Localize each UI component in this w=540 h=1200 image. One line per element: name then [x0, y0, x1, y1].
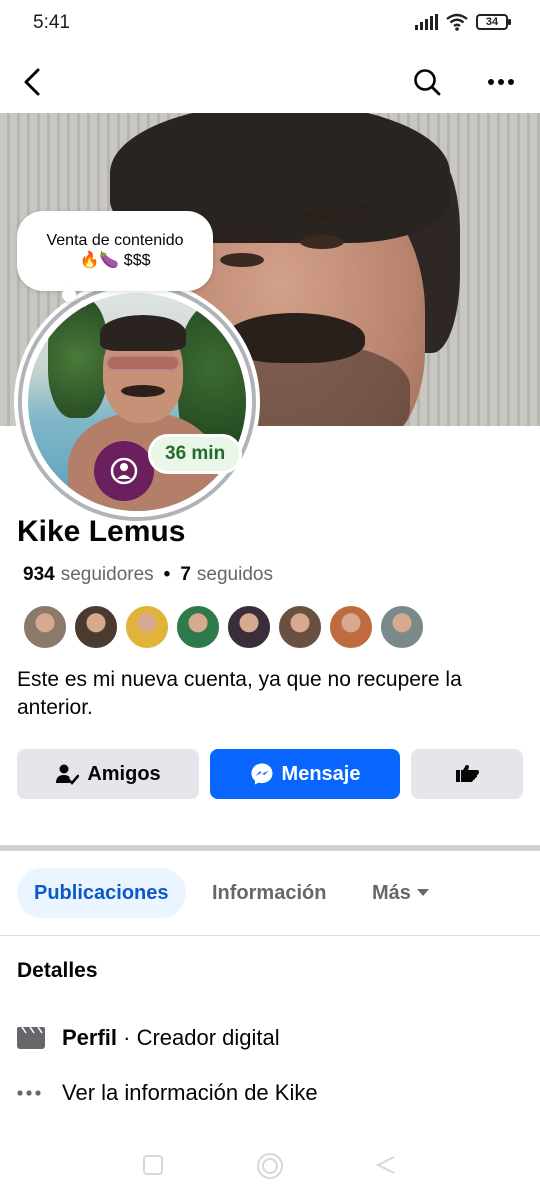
system-nav-bar [0, 1140, 540, 1200]
more-dots-icon [17, 1090, 41, 1096]
story-time-badge: 36 min [148, 434, 243, 474]
followers-label[interactable]: seguidores [61, 564, 154, 586]
arrow-left-icon [24, 68, 40, 96]
search-icon [414, 69, 441, 96]
more-actions-button[interactable] [411, 749, 523, 799]
note-text-line2: 🔥🍆 $$$ [79, 252, 151, 269]
avatar-photo [28, 293, 246, 511]
wifi-icon [446, 13, 468, 31]
friends-button[interactable]: Amigos [17, 749, 199, 799]
caret-down-icon [416, 889, 429, 896]
note-text-line1: Venta de contenido [46, 232, 184, 249]
status-icons: 34 [415, 13, 511, 31]
tab-more-label: Más [372, 881, 411, 904]
detail-profile-category: · Creador digital [117, 1025, 280, 1050]
following-count[interactable]: 7 [180, 564, 191, 586]
friend-avatar[interactable] [175, 604, 221, 650]
search-button[interactable] [407, 62, 447, 102]
battery-icon: 34 [476, 14, 511, 30]
message-button-label: Mensaje [281, 762, 361, 785]
see-info-label: Ver la información de Kike [62, 1080, 318, 1105]
see-info-link[interactable]: Ver la información de Kike [17, 1073, 318, 1113]
friends-button-label: Amigos [87, 762, 161, 785]
friends-preview[interactable] [22, 604, 430, 650]
stats-separator: • [163, 564, 171, 585]
note-bubble[interactable]: Venta de contenido 🔥🍆 $$$ [17, 211, 213, 291]
friend-check-icon [56, 764, 80, 785]
tab-posts[interactable]: Publicaciones [17, 868, 186, 918]
detail-profile-label: Perfil [62, 1025, 118, 1050]
tab-info[interactable]: Información [212, 868, 326, 918]
friend-avatar[interactable] [226, 604, 272, 650]
profile-bio: Este es mi nueva cuenta, ya que no recup… [17, 668, 462, 719]
friend-avatar[interactable] [328, 604, 374, 650]
back-triangle-icon[interactable] [375, 1154, 397, 1176]
top-nav [0, 52, 540, 112]
back-button[interactable] [12, 62, 52, 102]
friend-avatar[interactable] [73, 604, 119, 650]
following-label[interactable]: seguidos [197, 564, 273, 586]
friend-avatar[interactable] [22, 604, 68, 650]
details-title: Detalles [17, 959, 98, 982]
message-button[interactable]: Mensaje [210, 749, 400, 799]
more-button[interactable] [481, 62, 521, 102]
friend-avatar[interactable] [124, 604, 170, 650]
tab-more[interactable]: Más [372, 868, 429, 918]
status-time: 5:41 [33, 12, 70, 33]
recents-icon[interactable] [142, 1154, 164, 1176]
friend-avatar[interactable] [379, 604, 425, 650]
detail-profile-type: Perfil · Creador digital [17, 1018, 280, 1058]
profile-name: Kike Lemus [17, 515, 186, 548]
signal-icon [415, 14, 438, 30]
status-bar: 5:41 34 [0, 0, 540, 48]
clapperboard-icon [17, 1027, 45, 1049]
section-divider [0, 845, 540, 851]
story-icon [94, 441, 154, 501]
followers-count[interactable]: 934 [23, 564, 55, 586]
hand-point-icon [456, 765, 479, 782]
friend-avatar[interactable] [277, 604, 323, 650]
home-icon[interactable] [256, 1152, 284, 1180]
more-dots-icon [488, 79, 514, 85]
follow-stats: 934 seguidores • 7 seguidos [23, 564, 273, 586]
messenger-icon [251, 763, 273, 785]
